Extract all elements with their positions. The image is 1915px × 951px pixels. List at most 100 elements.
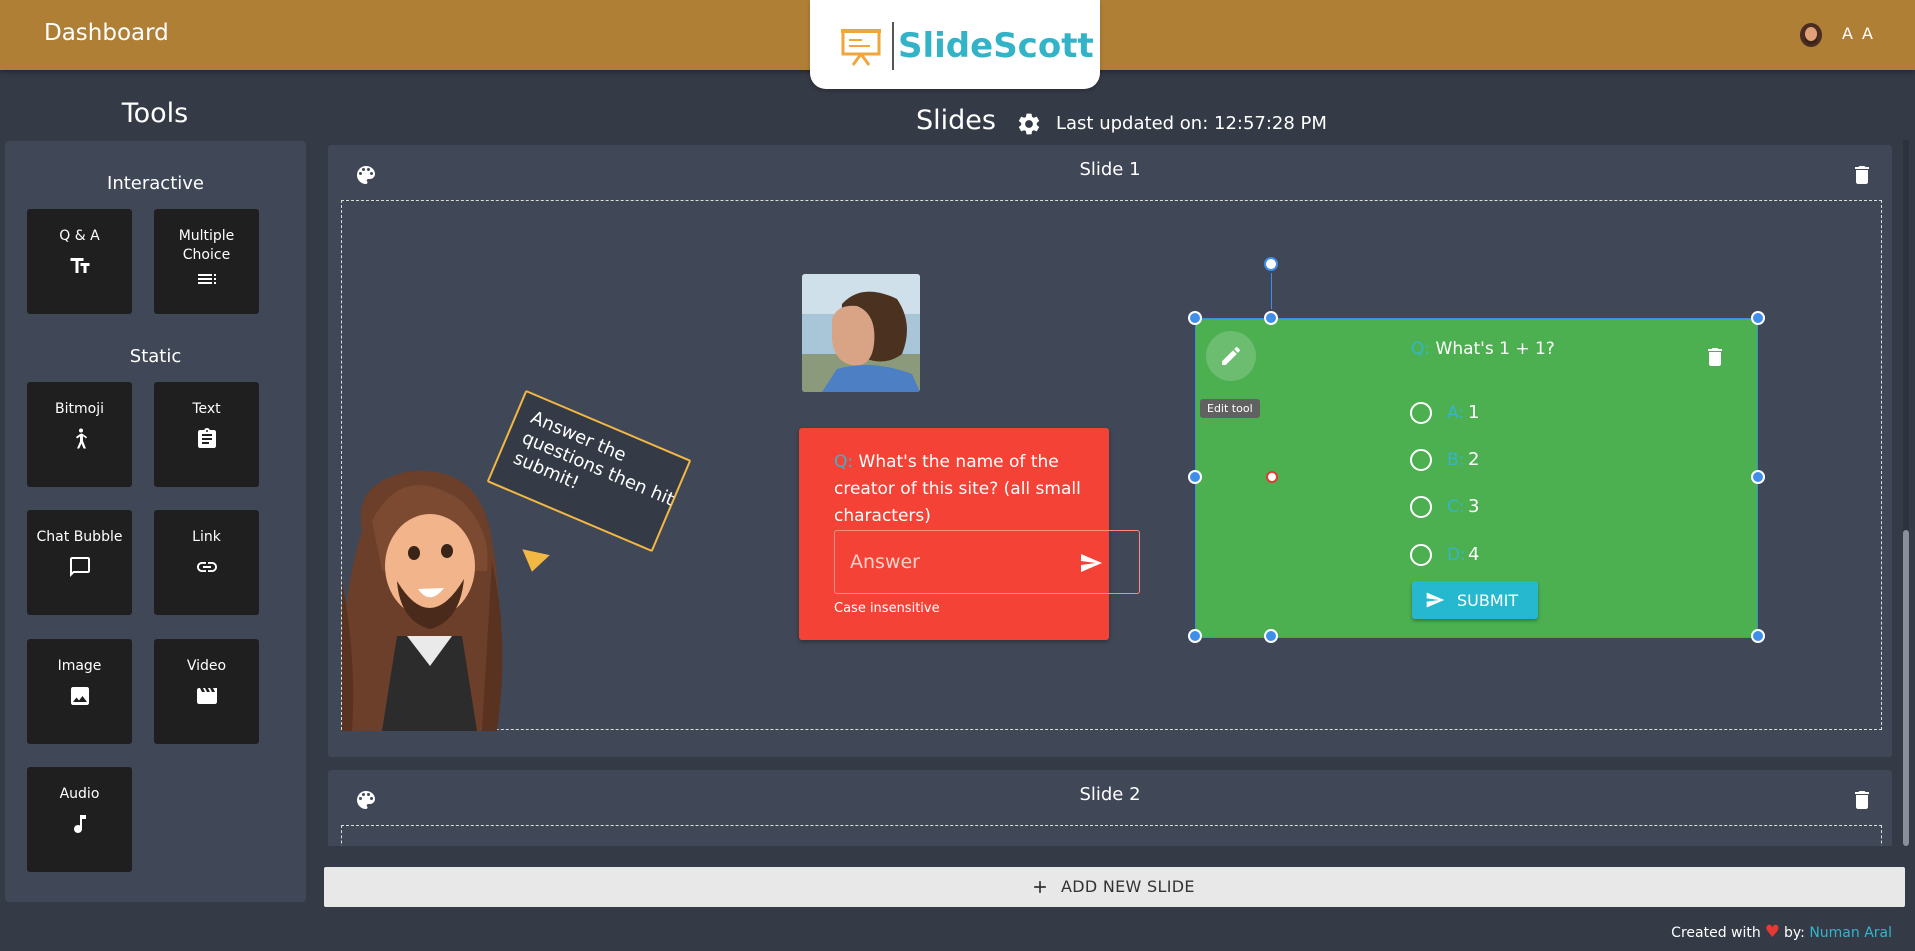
tool-label: Image (57, 658, 102, 674)
radio-button[interactable] (1410, 544, 1432, 566)
tool-label: Multiple Choice (178, 228, 235, 263)
creator-photo[interactable] (802, 274, 920, 392)
tool-audio[interactable]: Audio (27, 767, 132, 872)
qa-question-text: What's the name of the creator of this s… (834, 452, 1081, 526)
slide-title: Slide 1 (1079, 159, 1141, 180)
movie-icon (196, 688, 217, 704)
option-value: 3 (1468, 496, 1480, 517)
rotate-handle[interactable] (1264, 257, 1278, 271)
tool-bitmoji[interactable]: Bitmoji (27, 382, 132, 487)
edit-button[interactable] (1206, 331, 1256, 381)
resize-handle-top-right[interactable] (1751, 311, 1765, 325)
avatar[interactable] (1799, 22, 1823, 48)
tool-text[interactable]: Text (154, 382, 259, 487)
question-prefix: Q: (834, 452, 854, 472)
option-value: 1 (1468, 402, 1480, 423)
option-letter: B: (1447, 450, 1465, 470)
tool-label: Bitmoji (55, 401, 104, 417)
resize-handle-left[interactable] (1188, 470, 1202, 484)
option-value: 2 (1468, 449, 1480, 470)
radio-button[interactable] (1410, 449, 1432, 471)
option-letter: A: (1447, 403, 1465, 423)
resize-handle-top-left[interactable] (1188, 311, 1202, 325)
plus-icon (1034, 881, 1046, 893)
tool-image[interactable]: Image (27, 639, 132, 744)
resize-handle-top[interactable] (1264, 311, 1278, 325)
tool-multiple-choice[interactable]: Multiple Choice (154, 209, 259, 314)
logo[interactable]: SlideScott (810, 0, 1100, 89)
slide-2: Slide 2 (328, 770, 1892, 846)
tool-label: Text (192, 401, 221, 417)
center-point[interactable] (1266, 471, 1278, 483)
tool-label: Audio (59, 786, 100, 802)
trash-icon[interactable] (1703, 345, 1727, 369)
last-updated-text: Last updated on: 12:57:28 PM (1056, 113, 1327, 134)
resize-handle-right[interactable] (1751, 470, 1765, 484)
static-section-title: Static (129, 346, 182, 367)
tool-link[interactable]: Link (154, 510, 259, 615)
resize-handle-bottom[interactable] (1264, 629, 1278, 643)
chat-bubble[interactable]: Answer the questions then hit submit! (486, 389, 692, 553)
slide-title: Slide 2 (1079, 784, 1141, 805)
slides-heading: Slides (916, 105, 996, 136)
option-letter: C: (1447, 497, 1465, 517)
slide-canvas[interactable] (341, 825, 1882, 846)
logo-divider (892, 22, 894, 70)
user-initials[interactable]: A A (1842, 24, 1875, 43)
bitmoji-image[interactable] (342, 461, 512, 731)
top-bar: Dashboard SlideScott A A (0, 0, 1915, 89)
radio-button[interactable] (1410, 402, 1432, 424)
answer-input[interactable]: Answer (834, 530, 1140, 594)
multiple-choice-card[interactable]: Edit tool Q: What's 1 + 1? A: 1 B: 2 C: … (1195, 318, 1758, 638)
trash-icon[interactable] (1850, 788, 1874, 812)
question-prefix: Q: (1411, 339, 1431, 359)
chat-bubble-text: Answer the questions then hit submit! (510, 407, 678, 511)
submit-button[interactable]: SUBMIT (1412, 581, 1538, 619)
tool-video[interactable]: Video (154, 639, 259, 744)
footer: Created with ♥ by: Numan Aral (1671, 922, 1892, 942)
answer-hint: Case insensitive (834, 601, 940, 616)
resize-handle-bottom-right[interactable] (1751, 629, 1765, 643)
trash-icon[interactable] (1850, 163, 1874, 187)
clipboard-icon (197, 428, 216, 448)
edit-tooltip: Edit tool (1200, 399, 1260, 418)
slides-list[interactable]: Slide 1 Answer the questions then hit su… (325, 140, 1900, 846)
answer-placeholder: Answer (850, 551, 920, 573)
chat-icon (69, 557, 90, 577)
text-fields-icon (70, 258, 89, 273)
dashboard-link[interactable]: Dashboard (44, 20, 169, 46)
chat-bubble-tail (518, 549, 550, 575)
qa-card[interactable]: Q: What's the name of the creator of thi… (799, 428, 1140, 640)
tool-label: Video (186, 658, 227, 674)
slide-canvas[interactable]: Answer the questions then hit submit! Q:… (341, 200, 1882, 731)
image-icon (70, 687, 89, 705)
option-letter: D: (1447, 545, 1466, 565)
presentation-icon (841, 29, 881, 66)
pencil-icon (1222, 346, 1241, 365)
logo-text: SlideScott (898, 26, 1094, 66)
send-icon[interactable] (1079, 551, 1103, 575)
send-icon (1426, 592, 1445, 608)
rotation-line (1271, 273, 1272, 309)
link-icon (196, 562, 217, 572)
list-icon (197, 274, 216, 284)
tool-label: Chat Bubble (36, 529, 123, 545)
add-new-slide-label: ADD NEW SLIDE (1061, 877, 1195, 896)
tool-qa[interactable]: Q & A (27, 209, 132, 314)
resize-handle-bottom-left[interactable] (1188, 629, 1202, 643)
tools-title: Tools (121, 98, 189, 129)
mc-question: Q: What's 1 + 1? (1411, 339, 1555, 359)
slide-1: Slide 1 Answer the questions then hit su… (328, 145, 1892, 757)
add-new-slide-button[interactable]: ADD NEW SLIDE (324, 867, 1905, 907)
author-link[interactable]: Numan Aral (1809, 925, 1892, 941)
qa-question: Q: What's the name of the creator of thi… (834, 449, 1104, 530)
tool-chat-bubble[interactable]: Chat Bubble (27, 510, 132, 615)
gear-icon[interactable] (1016, 111, 1042, 137)
footer-created-with: Created with (1671, 925, 1761, 941)
tool-label: Link (192, 529, 221, 545)
radio-button[interactable] (1410, 496, 1432, 518)
scrollbar-thumb[interactable] (1903, 530, 1909, 846)
tool-label: Q & A (59, 228, 100, 244)
footer-by: by: (1783, 925, 1805, 941)
person-icon (75, 428, 87, 449)
